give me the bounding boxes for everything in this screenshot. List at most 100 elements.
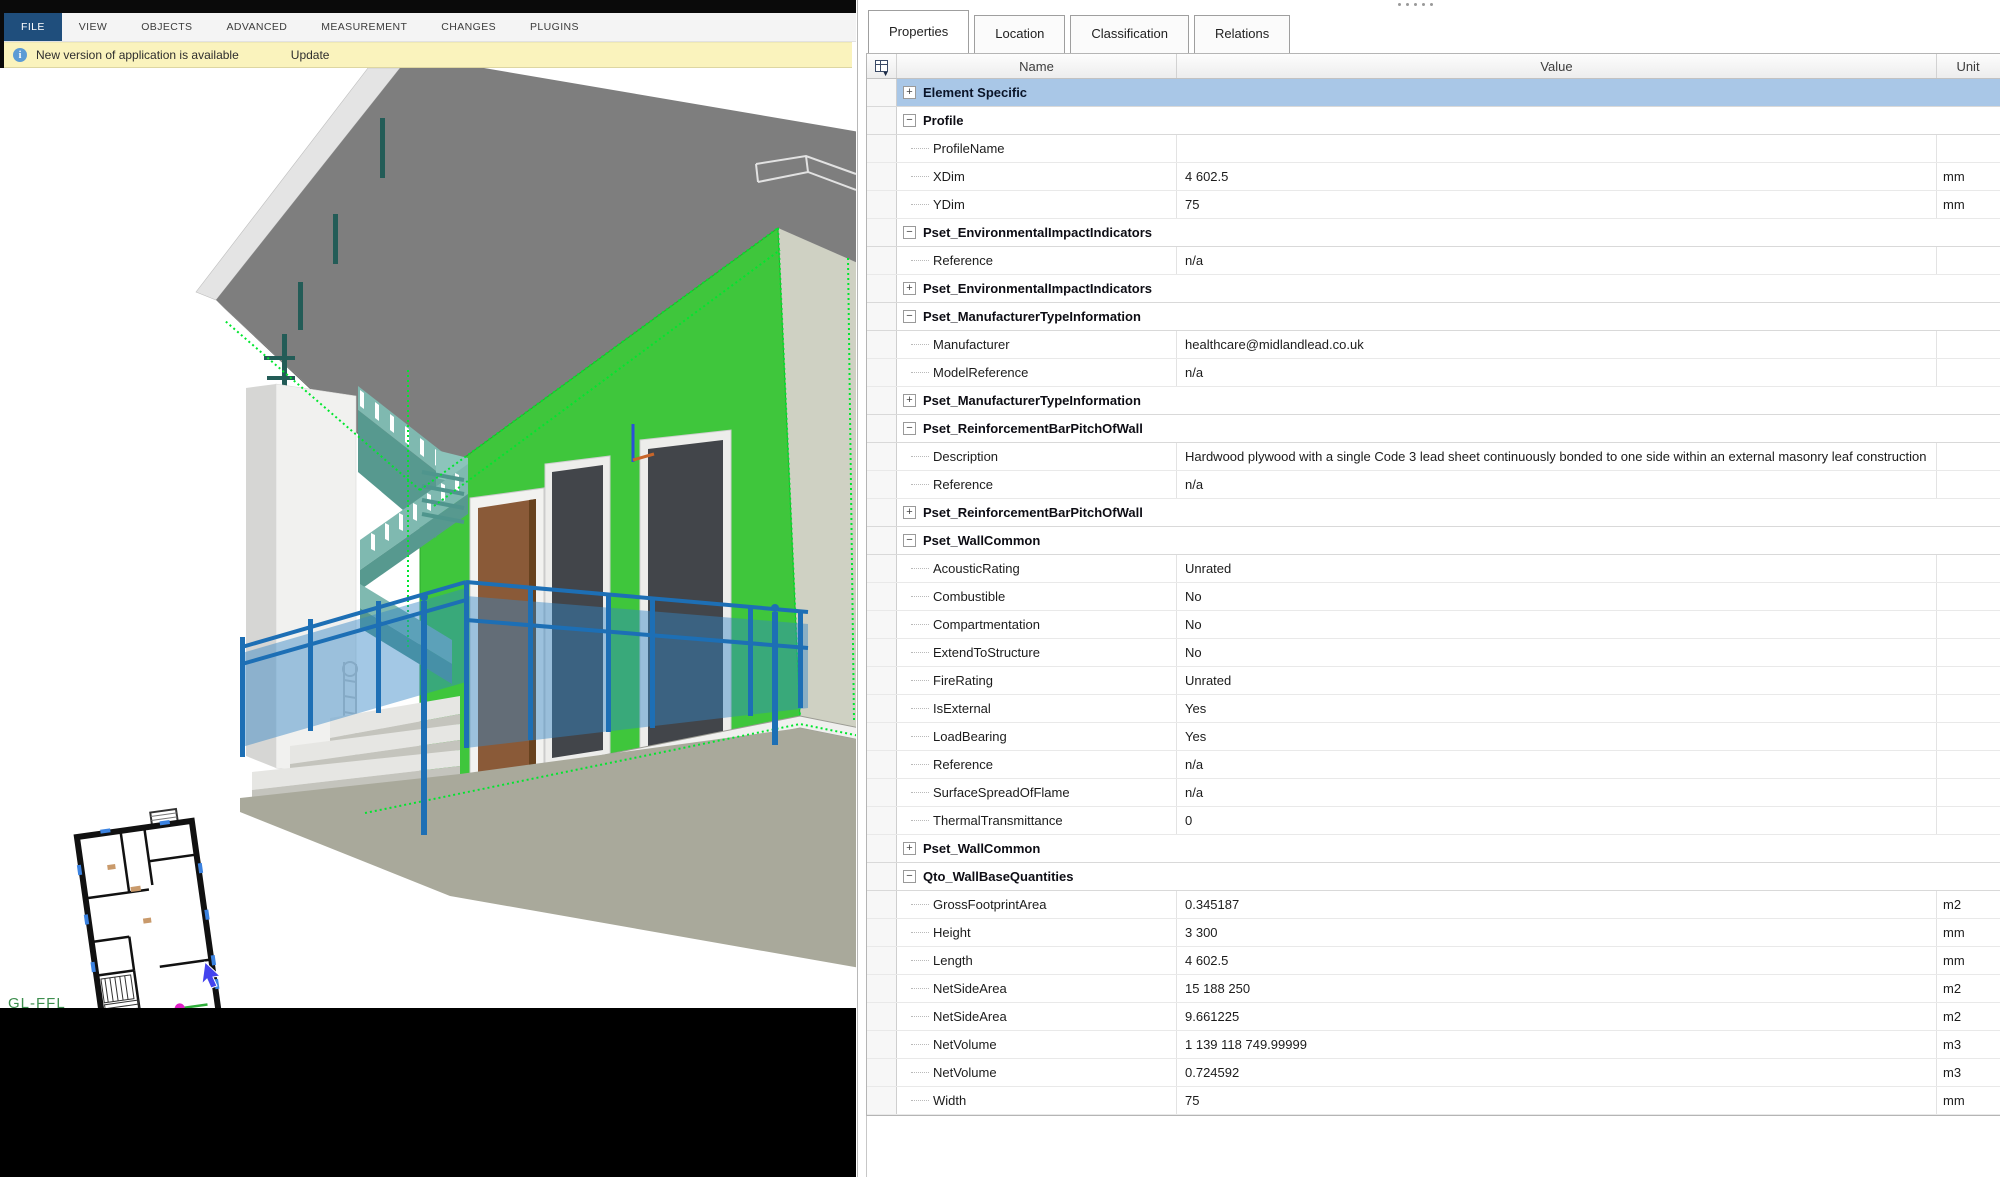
property-value[interactable]: 1 139 118 749.99999	[1177, 1031, 1937, 1058]
group-row[interactable]: −Pset_WallCommon	[867, 527, 2000, 555]
property-value[interactable]: 4 602.5	[1177, 163, 1937, 190]
property-row[interactable]: GrossFootprintArea0.345187m2	[867, 891, 2000, 919]
group-row[interactable]: −Qto_WallBaseQuantities	[867, 863, 2000, 891]
group-row[interactable]: −Profile	[867, 107, 2000, 135]
collapse-minus-icon[interactable]: −	[903, 870, 916, 883]
property-value[interactable]: healthcare@midlandlead.co.uk	[1177, 331, 1937, 358]
row-selector[interactable]	[867, 639, 897, 666]
property-row[interactable]: NetVolume1 139 118 749.99999m3	[867, 1031, 2000, 1059]
row-selector[interactable]	[867, 667, 897, 694]
property-row[interactable]: SurfaceSpreadOfFlamen/a	[867, 779, 2000, 807]
collapse-minus-icon[interactable]: −	[903, 226, 916, 239]
property-row[interactable]: ExtendToStructureNo	[867, 639, 2000, 667]
property-value[interactable]: Unrated	[1177, 667, 1937, 694]
property-value[interactable]: 75	[1177, 191, 1937, 218]
property-row[interactable]: NetSideArea9.661225m2	[867, 1003, 2000, 1031]
property-value[interactable]: No	[1177, 611, 1937, 638]
column-chooser[interactable]: ▼	[867, 54, 897, 78]
property-row[interactable]: FireRatingUnrated	[867, 667, 2000, 695]
menu-item-view[interactable]: VIEW	[62, 13, 124, 41]
property-value[interactable]: Yes	[1177, 723, 1937, 750]
tab-location[interactable]: Location	[974, 15, 1065, 53]
row-selector[interactable]	[867, 555, 897, 582]
row-selector[interactable]	[867, 807, 897, 834]
property-value[interactable]: 15 188 250	[1177, 975, 1937, 1002]
property-row[interactable]: CombustibleNo	[867, 583, 2000, 611]
property-value[interactable]: 9.661225	[1177, 1003, 1937, 1030]
property-row[interactable]: Referencen/a	[867, 247, 2000, 275]
row-selector[interactable]	[867, 947, 897, 974]
row-selector[interactable]	[867, 275, 897, 302]
menu-item-measurement[interactable]: MEASUREMENT	[304, 13, 424, 41]
row-selector[interactable]	[867, 331, 897, 358]
property-row[interactable]: ThermalTransmittance0	[867, 807, 2000, 835]
expand-plus-icon[interactable]: +	[903, 282, 916, 295]
row-selector[interactable]	[867, 135, 897, 162]
property-row[interactable]: Width75mm	[867, 1087, 2000, 1115]
row-selector[interactable]	[867, 471, 897, 498]
row-selector[interactable]	[867, 107, 897, 134]
property-row[interactable]: ModelReferencen/a	[867, 359, 2000, 387]
update-link[interactable]: Update	[291, 48, 330, 62]
property-value[interactable]: 0.345187	[1177, 891, 1937, 918]
property-value[interactable]: 0	[1177, 807, 1937, 834]
property-row[interactable]: NetSideArea15 188 250m2	[867, 975, 2000, 1003]
model-viewport[interactable]: GL-FFL	[0, 68, 856, 1008]
collapse-minus-icon[interactable]: −	[903, 534, 916, 547]
property-value[interactable]: 3 300	[1177, 919, 1937, 946]
row-selector[interactable]	[867, 751, 897, 778]
property-row[interactable]: Referencen/a	[867, 471, 2000, 499]
collapse-minus-icon[interactable]: −	[903, 422, 916, 435]
column-header-value[interactable]: Value	[1177, 54, 1937, 78]
row-selector[interactable]	[867, 583, 897, 610]
row-selector[interactable]	[867, 723, 897, 750]
property-value[interactable]: No	[1177, 639, 1937, 666]
row-selector[interactable]	[867, 779, 897, 806]
row-selector[interactable]	[867, 359, 897, 386]
collapse-minus-icon[interactable]: −	[903, 114, 916, 127]
row-selector[interactable]	[867, 1003, 897, 1030]
property-value[interactable]: 75	[1177, 1087, 1937, 1114]
expand-plus-icon[interactable]: +	[903, 842, 916, 855]
group-row[interactable]: +Pset_EnvironmentalImpactIndicators	[867, 275, 2000, 303]
expand-plus-icon[interactable]: +	[903, 506, 916, 519]
row-selector[interactable]	[867, 219, 897, 246]
expand-plus-icon[interactable]: +	[903, 394, 916, 407]
property-row[interactable]: CompartmentationNo	[867, 611, 2000, 639]
row-selector[interactable]	[867, 1031, 897, 1058]
property-value[interactable]: Unrated	[1177, 555, 1937, 582]
row-selector[interactable]	[867, 499, 897, 526]
group-row[interactable]: −Pset_ReinforcementBarPitchOfWall	[867, 415, 2000, 443]
property-value[interactable]: Yes	[1177, 695, 1937, 722]
group-row[interactable]: +Pset_ReinforcementBarPitchOfWall	[867, 499, 2000, 527]
row-selector[interactable]	[867, 835, 897, 862]
row-selector[interactable]	[867, 695, 897, 722]
property-row[interactable]: NetVolume0.724592m3	[867, 1059, 2000, 1087]
property-value[interactable]: n/a	[1177, 779, 1937, 806]
row-selector[interactable]	[867, 387, 897, 414]
property-row[interactable]: AcousticRatingUnrated	[867, 555, 2000, 583]
panel-drag-handle-icon[interactable]	[1398, 3, 1433, 6]
menu-item-file[interactable]: FILE	[4, 13, 62, 41]
property-value[interactable]: 4 602.5	[1177, 947, 1937, 974]
property-row[interactable]: IsExternalYes	[867, 695, 2000, 723]
collapse-minus-icon[interactable]: −	[903, 310, 916, 323]
property-value[interactable]: 0.724592	[1177, 1059, 1937, 1086]
row-selector[interactable]	[867, 891, 897, 918]
property-row[interactable]: YDim75mm	[867, 191, 2000, 219]
row-selector[interactable]	[867, 191, 897, 218]
property-row[interactable]: Length4 602.5mm	[867, 947, 2000, 975]
property-row[interactable]: DescriptionHardwood plywood with a singl…	[867, 443, 2000, 471]
property-value[interactable]: n/a	[1177, 359, 1937, 386]
row-selector[interactable]	[867, 415, 897, 442]
row-selector[interactable]	[867, 443, 897, 470]
model-canvas[interactable]: GL-FFL	[0, 68, 856, 1008]
property-row[interactable]: LoadBearingYes	[867, 723, 2000, 751]
property-row[interactable]: Height3 300mm	[867, 919, 2000, 947]
row-selector[interactable]	[867, 79, 897, 106]
property-value[interactable]: n/a	[1177, 751, 1937, 778]
property-value[interactable]: Hardwood plywood with a single Code 3 le…	[1177, 443, 1937, 470]
group-row[interactable]: +Element Specific	[867, 79, 2000, 107]
row-selector[interactable]	[867, 1087, 897, 1114]
row-selector[interactable]	[867, 611, 897, 638]
